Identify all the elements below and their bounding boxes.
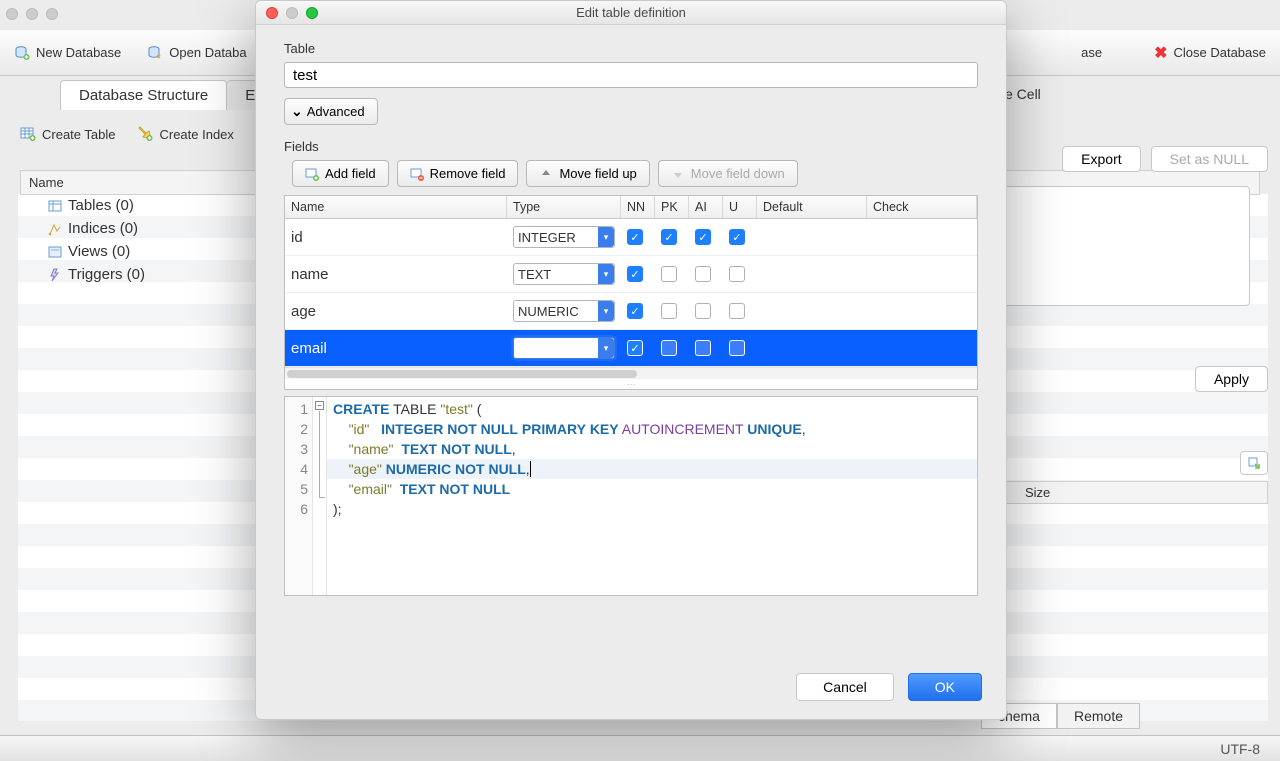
remove-field-label: Remove field: [430, 166, 506, 181]
fields-section-label: Fields: [284, 139, 978, 154]
index-add-icon: [137, 126, 153, 142]
status-encoding: UTF-8: [1220, 741, 1260, 757]
table-name-input[interactable]: [284, 62, 978, 88]
tree-indices-label: Indices (0): [68, 220, 138, 237]
main-window-traffic-lights: [6, 2, 58, 26]
close-database-label: Close Database: [1174, 45, 1267, 60]
database-open-icon: [147, 45, 163, 61]
toolbar-fragment-ase: ase: [1081, 45, 1102, 60]
tree-tables[interactable]: Tables (0): [20, 194, 1260, 217]
trigger-group-icon: [48, 268, 62, 282]
set-null-button[interactable]: Set as NULL: [1151, 146, 1268, 172]
tree-triggers-label: Triggers (0): [68, 266, 145, 283]
tree-indices[interactable]: Indices (0): [20, 217, 1260, 240]
remove-field-button[interactable]: Remove field: [397, 160, 519, 187]
advanced-toggle[interactable]: ⌄ Advanced: [284, 98, 378, 125]
status-bar: UTF-8: [0, 735, 1280, 761]
create-table-button[interactable]: Create Table: [20, 126, 115, 142]
traffic-light-close[interactable]: [6, 8, 18, 20]
field-buttons: Add field Remove field Move field up Mov…: [292, 160, 978, 187]
traffic-light-min[interactable]: [26, 8, 38, 20]
tree-views[interactable]: Views (0): [20, 240, 1260, 263]
dialog-min-icon: [286, 7, 298, 19]
new-database-label: New Database: [36, 45, 121, 60]
chevron-down-icon: ⌄: [291, 103, 303, 120]
dialog-max-icon[interactable]: [306, 7, 318, 19]
remove-field-icon: [410, 167, 424, 181]
create-table-label: Create Table: [42, 127, 115, 142]
tab-database-structure[interactable]: Database Structure: [60, 80, 227, 110]
tree-triggers[interactable]: Triggers (0): [20, 263, 1260, 286]
arrow-down-icon: [671, 167, 685, 181]
move-up-button[interactable]: Move field up: [526, 160, 649, 187]
tree-views-label: Views (0): [68, 243, 130, 260]
database-new-icon: [14, 45, 30, 61]
move-down-label: Move field down: [691, 166, 785, 181]
add-field-button[interactable]: Add field: [292, 160, 389, 187]
new-database-button[interactable]: New Database: [14, 45, 121, 61]
table-group-icon: [48, 199, 62, 213]
main-tabs: Database Structure E: [60, 80, 274, 110]
arrow-up-icon: [539, 167, 553, 181]
open-database-button[interactable]: Open Databa: [147, 45, 246, 61]
view-group-icon: [48, 245, 62, 259]
move-down-button[interactable]: Move field down: [658, 160, 798, 187]
dialog-title: Edit table definition: [256, 5, 1006, 20]
tree-tables-label: Tables (0): [68, 197, 134, 214]
table-section-label: Table: [284, 41, 978, 56]
advanced-label: Advanced: [307, 104, 365, 119]
add-field-label: Add field: [325, 166, 376, 181]
table-add-icon: [20, 126, 36, 142]
index-group-icon: [48, 222, 62, 236]
edit-cell-label: se Cell: [998, 80, 1268, 108]
close-icon: ✖: [1154, 43, 1167, 63]
add-field-icon: [305, 167, 319, 181]
structure-toolbar: Create Table Create Index: [20, 126, 234, 142]
create-index-label: Create Index: [159, 127, 233, 142]
open-database-label: Open Databa: [169, 45, 246, 60]
dialog-titlebar: Edit table definition: [256, 1, 1006, 25]
create-index-button[interactable]: Create Index: [137, 126, 233, 142]
move-up-label: Move field up: [559, 166, 636, 181]
export-button[interactable]: Export: [1062, 146, 1140, 172]
traffic-light-max[interactable]: [46, 8, 58, 20]
schema-tree: Tables (0) Indices (0) Views (0) Trigger…: [20, 194, 1260, 721]
dialog-close-icon[interactable]: [266, 7, 278, 19]
close-database-button[interactable]: ✖ Close Database: [1154, 43, 1266, 63]
